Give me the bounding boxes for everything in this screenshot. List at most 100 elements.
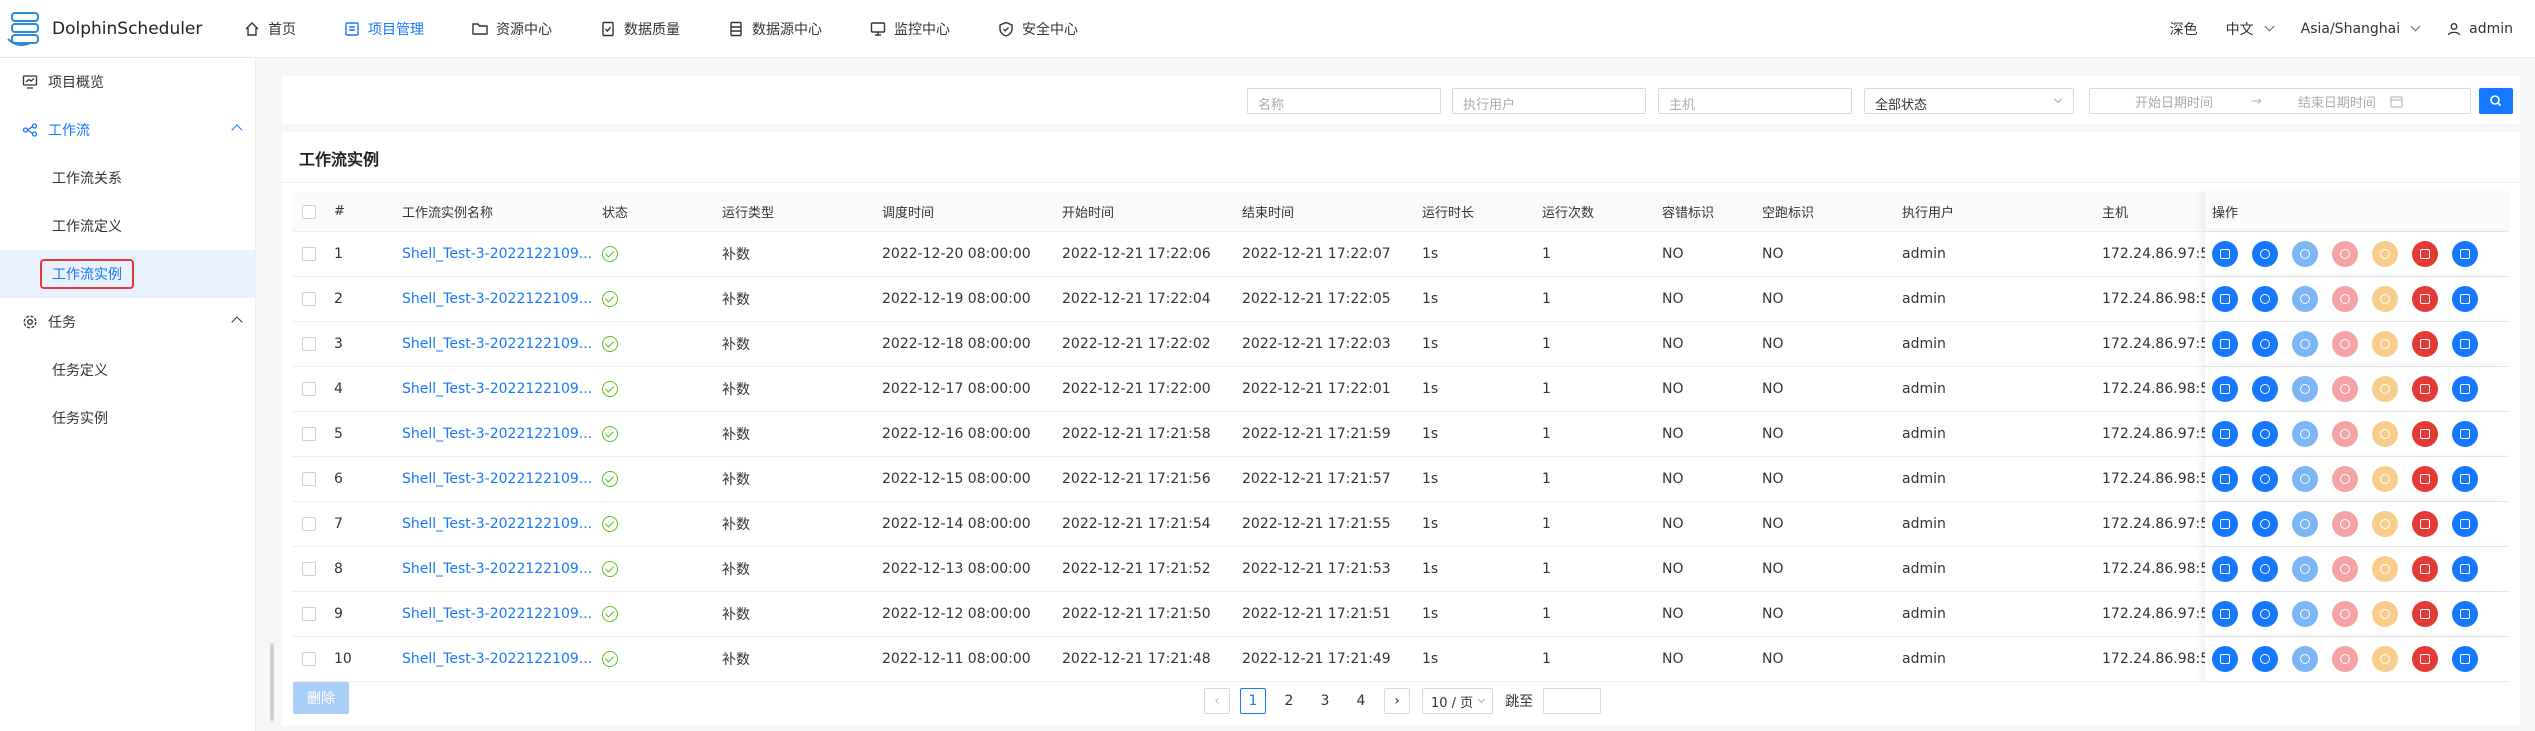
edit-icon[interactable]: [2212, 376, 2238, 402]
page-1[interactable]: 1: [1240, 688, 1266, 714]
gantt-icon[interactable]: [2452, 466, 2478, 492]
gantt-icon[interactable]: [2452, 421, 2478, 447]
search-button[interactable]: [2479, 88, 2513, 114]
gantt-icon[interactable]: [2452, 556, 2478, 582]
rerun-icon[interactable]: [2252, 601, 2278, 627]
language-select[interactable]: 中文: [2226, 19, 2275, 39]
pause-icon[interactable]: [2372, 421, 2398, 447]
edit-icon[interactable]: [2212, 601, 2238, 627]
row-name[interactable]: Shell_Test-3-2022122109...: [402, 367, 592, 411]
rerun-icon[interactable]: [2252, 466, 2278, 492]
pause-icon[interactable]: [2372, 556, 2398, 582]
logo[interactable]: DolphinScheduler: [6, 9, 206, 49]
nav-monitor[interactable]: 监控中心: [846, 0, 974, 58]
user-menu[interactable]: admin: [2447, 21, 2513, 37]
stop-icon[interactable]: [2332, 331, 2358, 357]
sidebar-item-workflow-relation[interactable]: 工作流关系: [0, 154, 255, 202]
recover-icon[interactable]: [2292, 241, 2318, 267]
stop-icon[interactable]: [2332, 241, 2358, 267]
row-name[interactable]: Shell_Test-3-2022122109...: [402, 412, 592, 456]
page-size-select[interactable]: 10 / 页: [1422, 688, 1494, 714]
stop-icon[interactable]: [2332, 511, 2358, 537]
page-2[interactable]: 2: [1276, 688, 1302, 714]
sidebar-item-task-definition[interactable]: 任务定义: [0, 346, 255, 394]
recover-icon[interactable]: [2292, 646, 2318, 672]
stop-icon[interactable]: [2332, 286, 2358, 312]
recover-icon[interactable]: [2292, 331, 2318, 357]
delete-icon[interactable]: [2412, 331, 2438, 357]
pause-icon[interactable]: [2372, 601, 2398, 627]
pause-icon[interactable]: [2372, 466, 2398, 492]
row-name[interactable]: Shell_Test-3-2022122109...: [402, 232, 592, 276]
row-checkbox[interactable]: [302, 322, 316, 366]
next-page-button[interactable]: ›: [1384, 688, 1410, 714]
page-4[interactable]: 4: [1348, 688, 1374, 714]
nav-resource[interactable]: 资源中心: [448, 0, 576, 58]
edit-icon[interactable]: [2212, 556, 2238, 582]
host-input[interactable]: 主机: [1658, 88, 1852, 114]
row-checkbox[interactable]: [302, 637, 316, 681]
select-all-checkbox[interactable]: [302, 192, 316, 231]
delete-icon[interactable]: [2412, 421, 2438, 447]
recover-icon[interactable]: [2292, 286, 2318, 312]
executor-input[interactable]: 执行用户: [1452, 88, 1646, 114]
delete-icon[interactable]: [2412, 511, 2438, 537]
stop-icon[interactable]: [2332, 601, 2358, 627]
recover-icon[interactable]: [2292, 421, 2318, 447]
rerun-icon[interactable]: [2252, 241, 2278, 267]
row-name[interactable]: Shell_Test-3-2022122109...: [402, 277, 592, 321]
jump-page-input[interactable]: [1543, 688, 1602, 714]
row-name[interactable]: Shell_Test-3-2022122109...: [402, 592, 592, 636]
nav-datasource[interactable]: 数据源中心: [704, 0, 846, 58]
recover-icon[interactable]: [2292, 556, 2318, 582]
edit-icon[interactable]: [2212, 241, 2238, 267]
delete-button[interactable]: 删除: [293, 682, 349, 714]
sidebar-item-workflow-instance[interactable]: 工作流实例: [0, 250, 255, 298]
delete-icon[interactable]: [2412, 286, 2438, 312]
edit-icon[interactable]: [2212, 466, 2238, 492]
nav-data-quality[interactable]: 数据质量: [576, 0, 704, 58]
row-checkbox[interactable]: [302, 592, 316, 636]
delete-icon[interactable]: [2412, 646, 2438, 672]
row-name[interactable]: Shell_Test-3-2022122109...: [402, 637, 592, 681]
stop-icon[interactable]: [2332, 421, 2358, 447]
edit-icon[interactable]: [2212, 511, 2238, 537]
gantt-icon[interactable]: [2452, 331, 2478, 357]
stop-icon[interactable]: [2332, 466, 2358, 492]
recover-icon[interactable]: [2292, 466, 2318, 492]
theme-toggle[interactable]: 深色: [2170, 19, 2198, 39]
sidebar-item-overview[interactable]: 项目概览: [0, 58, 255, 106]
delete-icon[interactable]: [2412, 241, 2438, 267]
row-name[interactable]: Shell_Test-3-2022122109...: [402, 547, 592, 591]
row-checkbox[interactable]: [302, 277, 316, 321]
sidebar-scrollbar[interactable]: [270, 643, 274, 721]
recover-icon[interactable]: [2292, 376, 2318, 402]
edit-icon[interactable]: [2212, 286, 2238, 312]
sidebar-group-task[interactable]: 任务: [0, 298, 255, 346]
gantt-icon[interactable]: [2452, 511, 2478, 537]
row-checkbox[interactable]: [302, 367, 316, 411]
edit-icon[interactable]: [2212, 331, 2238, 357]
gantt-icon[interactable]: [2452, 241, 2478, 267]
nav-project[interactable]: 项目管理: [320, 0, 448, 58]
delete-icon[interactable]: [2412, 466, 2438, 492]
timezone-select[interactable]: Asia/Shanghai: [2301, 21, 2421, 37]
delete-icon[interactable]: [2412, 556, 2438, 582]
rerun-icon[interactable]: [2252, 286, 2278, 312]
row-checkbox[interactable]: [302, 457, 316, 501]
nav-home[interactable]: 首页: [220, 0, 320, 58]
stop-icon[interactable]: [2332, 376, 2358, 402]
page-3[interactable]: 3: [1312, 688, 1338, 714]
rerun-icon[interactable]: [2252, 511, 2278, 537]
sidebar-item-task-instance[interactable]: 任务实例: [0, 394, 255, 442]
row-name[interactable]: Shell_Test-3-2022122109...: [402, 502, 592, 546]
pause-icon[interactable]: [2372, 646, 2398, 672]
rerun-icon[interactable]: [2252, 556, 2278, 582]
recover-icon[interactable]: [2292, 601, 2318, 627]
nav-security[interactable]: 安全中心: [974, 0, 1102, 58]
edit-icon[interactable]: [2212, 646, 2238, 672]
row-checkbox[interactable]: [302, 502, 316, 546]
row-checkbox[interactable]: [302, 232, 316, 276]
edit-icon[interactable]: [2212, 421, 2238, 447]
rerun-icon[interactable]: [2252, 646, 2278, 672]
